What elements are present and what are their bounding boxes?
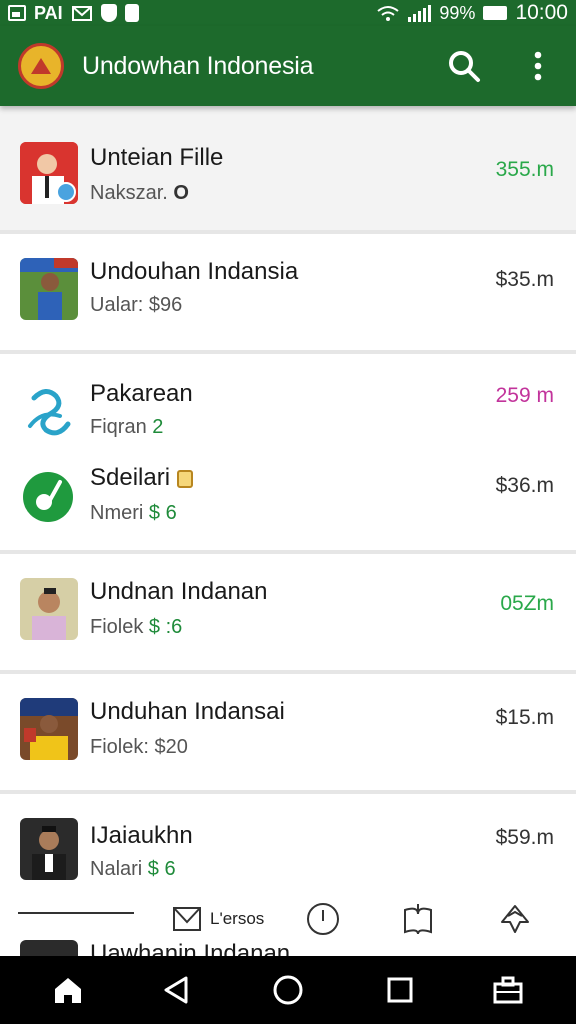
- back-icon[interactable]: [156, 970, 196, 1010]
- app-icon-sdeilari: [20, 466, 78, 528]
- app-icon-pakarean: [20, 380, 78, 442]
- item-title: IJaiaukhn: [90, 822, 193, 849]
- avatar: [20, 698, 78, 760]
- more-vert-icon[interactable]: [518, 46, 558, 86]
- list-card: Undnan Indanan Fiolek $ :6 05Zm: [0, 554, 576, 674]
- shield-icon: [100, 4, 117, 22]
- mail-icon: [173, 907, 201, 931]
- item-subtitle: Nmeri $ 6: [90, 502, 177, 524]
- app-bar: Undowhan Indonesia: [0, 26, 576, 106]
- recycle-icon: [501, 905, 529, 933]
- app-logo: [18, 43, 64, 89]
- list-card: Unteian Fille Nakszar. O 355.m: [0, 106, 576, 234]
- status-bar: PAI 99% 10:00: [0, 0, 576, 26]
- item-title: Unteian Fille: [90, 144, 224, 171]
- carrier-label: PAI: [34, 2, 63, 23]
- system-nav-bar: [0, 956, 576, 1024]
- tab-label: L'ersos: [210, 909, 265, 928]
- list-item[interactable]: IJaiaukhn Nalari $ 6 $59.m: [0, 794, 576, 884]
- image-notification-icon: [8, 5, 26, 21]
- list-card: Pakarean Fiqran 2 259 m Sdeilari Nmeri $…: [0, 354, 576, 554]
- item-amount: 259 m: [495, 384, 554, 407]
- briefcase-icon[interactable]: [488, 970, 528, 1010]
- recents-icon[interactable]: [380, 970, 420, 1010]
- item-title: Sdeilari: [90, 464, 193, 492]
- list-card: Unduhan Indansai Fiolek: $20 $15.m: [0, 674, 576, 794]
- app-title: Undowhan Indonesia: [82, 51, 314, 80]
- item-subtitle: Nalari $ 6: [90, 858, 176, 880]
- item-title: Undouhan Indansia: [90, 258, 299, 285]
- tab-messages[interactable]: L'ersos: [172, 898, 264, 940]
- search-icon[interactable]: [444, 46, 484, 86]
- list-card: Undouhan Indansia Ualar: $96 $35.m: [0, 234, 576, 354]
- mail-notification-icon: [71, 6, 92, 21]
- item-amount: $36.m: [495, 474, 554, 497]
- list-item[interactable]: Pakarean Fiqran 2 259 m: [0, 354, 576, 444]
- battery-icon: [483, 6, 508, 20]
- item-amount: $35.m: [495, 268, 554, 291]
- wifi-icon: [377, 6, 400, 21]
- bottom-tabs: L'ersos: [0, 890, 576, 950]
- circle-home-icon[interactable]: [268, 970, 308, 1010]
- tab-history[interactable]: [306, 898, 340, 940]
- list-item[interactable]: Undouhan Indansia Ualar: $96 $35.m: [0, 234, 576, 324]
- clock-icon: [307, 903, 339, 935]
- tab-recycle[interactable]: [498, 898, 532, 940]
- avatar: [20, 578, 78, 640]
- lock-badge-icon: [176, 469, 193, 488]
- item-subtitle: Fiolek: $20: [90, 736, 188, 758]
- item-subtitle: Nakszar. O: [90, 182, 189, 204]
- home-icon[interactable]: [48, 970, 88, 1010]
- battery-percent: 99%: [439, 2, 476, 23]
- clock-time: 10:00: [515, 1, 568, 24]
- list-item[interactable]: Unduhan Indansai Fiolek: $20 $15.m: [0, 674, 576, 764]
- item-title: Undnan Indanan: [90, 578, 268, 605]
- item-amount: 355.m: [495, 158, 554, 181]
- item-amount: $15.m: [495, 706, 554, 729]
- item-title: Unduhan Indansai: [90, 698, 285, 725]
- avatar: [20, 818, 78, 880]
- list-item[interactable]: Undnan Indanan Fiolek $ :6 05Zm: [0, 554, 576, 644]
- tab-library[interactable]: [402, 898, 434, 940]
- signal-icon: [408, 4, 432, 22]
- item-amount: $59.m: [495, 826, 554, 849]
- book-icon: [404, 904, 432, 935]
- item-amount: 05Zm: [500, 592, 554, 615]
- list-item[interactable]: Unteian Fille Nakszar. O 355.m: [0, 116, 576, 206]
- list-item[interactable]: Sdeilari Nmeri $ 6 $36.m: [0, 446, 576, 536]
- notification-icon: [124, 4, 139, 22]
- item-title: Pakarean: [90, 380, 193, 407]
- avatar: [20, 258, 78, 320]
- item-subtitle: Fiolek $ :6: [90, 616, 183, 638]
- item-subtitle: Ualar: $96: [90, 294, 183, 316]
- item-subtitle: Fiqran 2: [90, 416, 164, 438]
- avatar: [20, 142, 78, 204]
